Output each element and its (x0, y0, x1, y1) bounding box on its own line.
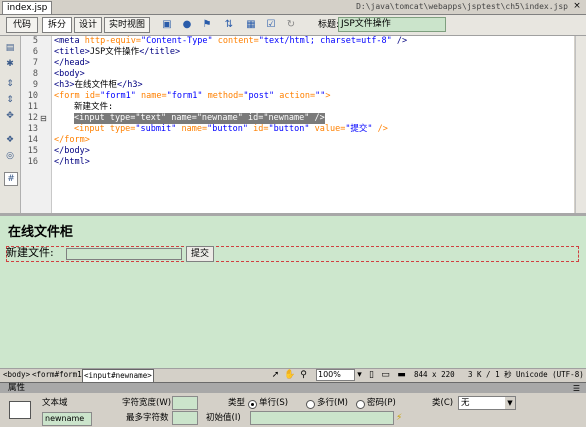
line-number: 10 (27, 91, 38, 101)
max-chars-input[interactable] (172, 411, 198, 425)
live-view-button[interactable]: 实时视图 (104, 17, 150, 33)
code-line: </form> (54, 135, 90, 145)
class-select-value: 无 (461, 398, 470, 408)
preview-browser-icon[interactable]: ● (180, 18, 194, 31)
multiscreen-icon[interactable]: ▣ (160, 18, 174, 31)
document-tab[interactable]: index.jsp (2, 1, 53, 14)
fold-toggle-icon[interactable]: ⊟ (40, 113, 47, 124)
validate-markup-icon[interactable]: ☑ (264, 18, 278, 31)
collapse-tag-icon[interactable]: ⇕ (4, 78, 16, 90)
line-number-gutter: 5 6 7 8 9 10 11 12 ⊟ 13 14 15 16 (21, 36, 52, 213)
char-width-label: 字符宽度(W) (122, 398, 172, 408)
password-radio[interactable] (356, 400, 365, 409)
page-heading: 在线文件柜 (8, 225, 74, 240)
code-line: <form id="form1" name="form1" method="po… (54, 91, 331, 101)
tag-selector-form[interactable]: <form#form1> (32, 369, 86, 381)
line-number: 16 (27, 157, 38, 167)
new-file-label: 新建文件: (6, 246, 54, 259)
line-numbers-icon[interactable]: # (4, 172, 18, 186)
debug-icon[interactable]: ⚑ (200, 18, 214, 31)
title-label: 标题: (318, 20, 340, 30)
select-tool-icon[interactable]: ➚ (270, 369, 281, 381)
textfield-icon (9, 401, 31, 419)
password-label: 密码(P) (367, 398, 396, 408)
line-number: 5 (32, 36, 38, 46)
file-management-icon[interactable]: ⇅ (222, 18, 236, 31)
type-label: 类型 (228, 398, 246, 408)
desktop-size-icon[interactable]: ▬ (396, 369, 407, 381)
code-editor[interactable]: <meta http-equiv="Content-Type" content=… (52, 36, 574, 213)
code-line: <body> (54, 69, 85, 79)
code-scrollbar[interactable] (575, 36, 586, 213)
open-documents-icon[interactable]: ▤ (4, 42, 16, 54)
line-number: 8 (32, 69, 38, 79)
status-bar: <body> <form#form1> <input#newname> ➚ ✋ … (0, 368, 586, 383)
tag-selector-input[interactable]: <input#newname> (82, 369, 154, 383)
properties-panel: 文本域 newname 字符宽度(W) 最多字符数 类型 单行(S) 多行(M)… (0, 393, 586, 427)
split-view-button[interactable]: 拆分 (42, 17, 72, 33)
textfield-name-input[interactable]: newname (42, 412, 92, 426)
newname-input[interactable] (66, 248, 182, 260)
line-number: 9 (32, 80, 38, 90)
tag-selector-body[interactable]: <body> (3, 369, 30, 381)
line-number: 15 (27, 146, 38, 156)
multi-line-label: 多行(M) (317, 398, 348, 408)
line-number: 14 (27, 135, 38, 145)
collapse-selection-icon[interactable]: ⇕ (4, 94, 16, 106)
show-code-navigator-icon[interactable]: ✱ (4, 58, 16, 70)
expand-all-icon[interactable]: ✥ (4, 110, 16, 122)
class-label: 类(C) (432, 398, 454, 408)
init-value-input[interactable] (250, 411, 394, 425)
class-select[interactable]: 无 ▼ (458, 396, 516, 410)
document-title-input[interactable]: JSP文件操作 (338, 17, 446, 32)
select-parent-tag-icon[interactable]: ❖ (4, 134, 16, 146)
design-view[interactable]: 在线文件柜 新建文件: 提交 (0, 216, 586, 368)
file-path: D:\java\tomcat\webapps\jsptest\ch5\index… (356, 2, 568, 11)
chevron-down-icon[interactable]: ▾ (354, 369, 365, 381)
max-chars-label: 最多字符数 (126, 413, 169, 423)
selected-code-line: <input type="text" name="newname" id="ne… (74, 113, 325, 124)
document-tab-bar: index.jsp D:\java\tomcat\webapps\jsptest… (0, 0, 586, 15)
coding-toolbar: ▤ ✱ ⇕ ⇕ ✥ ❖ ◎ # (0, 36, 21, 213)
code-line: </head> (54, 58, 90, 68)
code-view-button[interactable]: 代码 (6, 17, 38, 33)
encoding: Unicode (UTF-8) (516, 370, 584, 379)
line-number: 12 (27, 113, 38, 123)
visual-aids-icon[interactable]: ▦ (244, 18, 258, 31)
zoom-tool-icon[interactable]: ⚲ (298, 369, 309, 381)
line-number: 13 (27, 124, 38, 134)
submit-button[interactable]: 提交 (186, 246, 214, 262)
download-size: 3 K / 1 秒 (468, 370, 512, 379)
tablet-size-icon[interactable]: ▭ (380, 369, 391, 381)
design-view-button[interactable]: 设计 (74, 17, 102, 33)
code-line: <meta http-equiv="Content-Type" content=… (54, 36, 408, 46)
hand-tool-icon[interactable]: ✋ (284, 369, 295, 381)
char-width-input[interactable] (172, 396, 198, 410)
single-line-radio[interactable] (248, 400, 257, 409)
close-document-button[interactable]: × (572, 1, 582, 12)
mobile-size-icon[interactable]: ▯ (366, 369, 377, 381)
init-value-label: 初始值(I) (206, 413, 241, 423)
code-line: <title>JSP文件操作</title> (54, 47, 181, 57)
lightning-icon[interactable]: ⚡ (396, 412, 402, 424)
code-line: </html> (54, 157, 90, 167)
refresh-icon[interactable]: ↻ (284, 18, 298, 31)
chevron-down-icon[interactable]: ▼ (505, 397, 515, 409)
code-line: <h3>在线文件柜</h3> (54, 80, 143, 90)
line-number: 6 (32, 47, 38, 57)
code-line: 新建文件: (74, 102, 114, 112)
zoom-select[interactable]: 100% (316, 369, 355, 381)
balance-braces-icon[interactable]: ◎ (4, 150, 16, 162)
textfield-label: 文本域 (42, 398, 68, 408)
single-line-label: 单行(S) (259, 398, 289, 408)
document-toolbar: 代码 拆分 设计 实时视图 ▣ ● ⚑ ⇅ ▦ ☑ ↻ 标题: JSP文件操作 (0, 15, 586, 36)
window-size[interactable]: 844 x 220 (414, 369, 455, 381)
multi-line-radio[interactable] (306, 400, 315, 409)
line-number: 7 (32, 58, 38, 68)
line-number: 11 (27, 102, 38, 112)
code-line: </body> (54, 146, 90, 156)
code-line: <input type="submit" name="button" id="b… (74, 124, 388, 134)
